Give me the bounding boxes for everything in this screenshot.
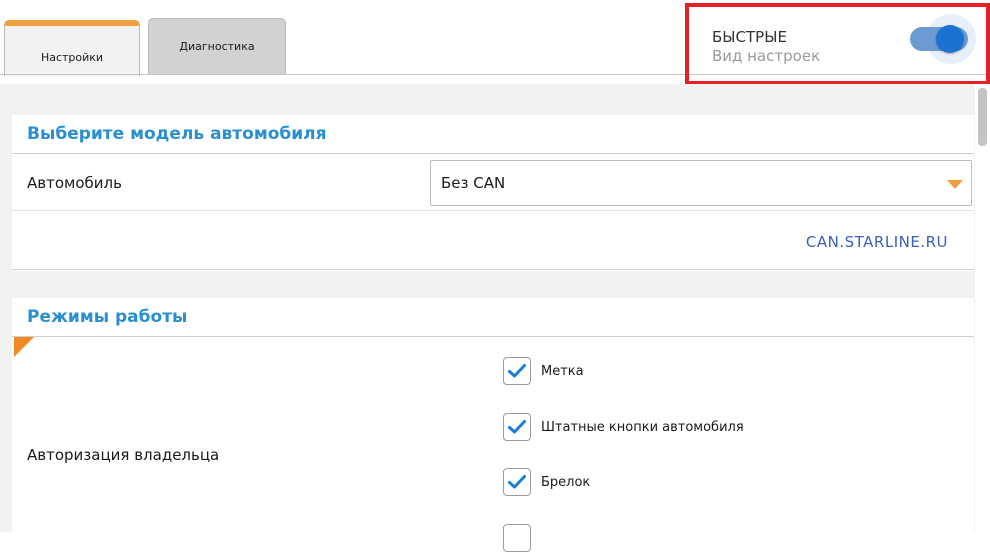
car-model-heading: Выберите модель автомобиля [12, 115, 974, 154]
owner-auth-label: Авторизация владельца [27, 446, 220, 464]
scrollbar-thumb[interactable] [978, 88, 987, 146]
option-car-buttons-label: Штатные кнопки автомобиля [541, 419, 744, 435]
can-starline-link[interactable]: CAN.STARLINE.RU [806, 233, 948, 251]
checkbox-next[interactable] [503, 524, 531, 552]
dropdown-arrow-icon [947, 180, 963, 189]
operation-modes-section: Режимы работы Авторизация владельца Метк… [12, 298, 974, 552]
can-link-row: CAN.STARLINE.RU [12, 211, 974, 270]
settings-mode-toggle-knob[interactable] [936, 25, 964, 53]
checkmark-icon [508, 420, 526, 434]
option-next[interactable] [503, 524, 531, 552]
checkmark-icon [508, 364, 526, 378]
settings-mode-title: БЫСТРЫЕ [712, 28, 787, 46]
top-bar: Настройки Диагностика БЫСТРЫЕ Вид настро… [0, 0, 990, 85]
car-field-label: Автомобиль [27, 174, 122, 192]
tab-diagnostics[interactable]: Диагностика [148, 18, 286, 74]
corner-marker-icon [14, 337, 34, 357]
option-tag[interactable]: Метка [503, 357, 584, 385]
operation-modes-heading: Режимы работы [12, 298, 974, 337]
option-keyfob[interactable]: Брелок [503, 468, 590, 496]
checkbox-car-buttons[interactable] [503, 413, 531, 441]
car-row: Автомобиль Без CAN [12, 154, 974, 211]
option-tag-label: Метка [541, 363, 584, 379]
car-model-select[interactable]: Без CAN [430, 160, 972, 206]
settings-content: Выберите модель автомобиля Автомобиль Бе… [0, 84, 990, 552]
option-car-buttons[interactable]: Штатные кнопки автомобиля [503, 413, 744, 441]
checkbox-tag[interactable] [503, 357, 531, 385]
tab-settings[interactable]: Настройки [4, 20, 140, 76]
tab-diagnostics-label: Диагностика [179, 40, 255, 53]
tab-settings-label: Настройки [40, 50, 104, 64]
checkmark-icon [508, 475, 526, 489]
car-model-section: Выберите модель автомобиля Автомобиль Бе… [12, 115, 974, 271]
settings-mode-subtitle: Вид настроек [712, 47, 821, 65]
car-model-value: Без CAN [441, 174, 506, 192]
option-keyfob-label: Брелок [541, 474, 591, 490]
checkbox-keyfob[interactable] [503, 468, 531, 496]
scrollbar-track[interactable] [975, 84, 990, 532]
